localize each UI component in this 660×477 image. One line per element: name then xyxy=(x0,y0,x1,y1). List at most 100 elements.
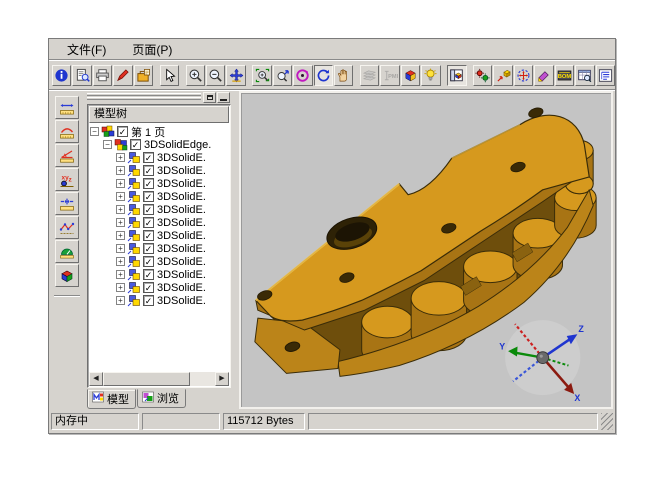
zoom-window-button[interactable] xyxy=(252,65,271,86)
rotate-view-button[interactable] xyxy=(314,65,333,86)
tree-row[interactable]: + ✓3DSolidE. xyxy=(88,216,230,229)
menu-item-file[interactable]: 文件(F) xyxy=(59,39,114,60)
visibility-checkbox[interactable]: ✓ xyxy=(143,282,154,293)
panel-grip[interactable] xyxy=(87,92,231,103)
zoom-dynamic-icon xyxy=(275,68,290,83)
tab-browse[interactable]: 浏览 xyxy=(137,389,186,408)
scroll-track[interactable] xyxy=(103,372,215,386)
scroll-left-button[interactable]: ◀ xyxy=(89,372,103,386)
tree-row[interactable]: +✓3DSolidE. xyxy=(88,294,230,307)
measure-coordinate-button[interactable]: xyz xyxy=(55,168,79,191)
eraser-button[interactable] xyxy=(534,65,553,86)
tab-browse-icon xyxy=(142,391,154,406)
tree-row[interactable]: +✓3DSolidE. xyxy=(88,190,230,203)
collapse-icon[interactable]: − xyxy=(103,140,112,149)
stamp-icon xyxy=(136,68,151,83)
explode-icon xyxy=(496,68,511,83)
3d-viewport[interactable]: Z X Y xyxy=(239,91,613,409)
status-field-2: 115712 Bytes xyxy=(223,413,305,430)
gauge-button[interactable] xyxy=(55,240,79,263)
expand-icon[interactable]: + xyxy=(116,296,125,305)
stamp-button[interactable] xyxy=(134,65,153,86)
expand-icon[interactable]: + xyxy=(116,231,125,240)
expand-icon[interactable]: + xyxy=(116,205,125,214)
light-button[interactable] xyxy=(421,65,440,86)
print-button[interactable] xyxy=(93,65,112,86)
expand-icon[interactable]: + xyxy=(116,218,125,227)
assembly-parts-button[interactable] xyxy=(473,65,492,86)
visibility-checkbox[interactable]: ✓ xyxy=(117,126,128,137)
visibility-checkbox[interactable]: ✓ xyxy=(143,165,154,176)
tree-horizontal-scrollbar[interactable]: ◀ ▶ xyxy=(89,372,229,386)
tab-model[interactable]: 模型 xyxy=(87,389,136,409)
expand-icon[interactable]: + xyxy=(116,270,125,279)
resize-grip[interactable] xyxy=(601,413,613,430)
tree-row[interactable]: +✓3DSolidE. xyxy=(88,281,230,294)
measure-distance-button[interactable] xyxy=(55,96,79,119)
menu-item-page[interactable]: 页面(P) xyxy=(124,39,180,60)
print-preview-button[interactable] xyxy=(72,65,91,86)
zoom-dynamic-button[interactable] xyxy=(273,65,292,86)
tree-row[interactable]: +✓3DSolidE. xyxy=(88,151,230,164)
visibility-checkbox[interactable]: ✓ xyxy=(143,217,154,228)
tree-row[interactable]: − ✓3DSolidEdge. xyxy=(88,138,230,151)
view-cube-button[interactable] xyxy=(401,65,420,86)
visibility-checkbox[interactable]: ✓ xyxy=(143,269,154,280)
orbit-button[interactable] xyxy=(293,65,312,86)
panel-hide-button[interactable] xyxy=(217,92,230,103)
tree-row[interactable]: +✓3DSolidE. xyxy=(88,229,230,242)
tree-node-label: 3DSolidEdge. xyxy=(144,139,211,151)
tree-row[interactable]: +✓3DSolidE. xyxy=(88,268,230,281)
visibility-checkbox[interactable]: ✓ xyxy=(130,139,141,150)
curve-plot-button[interactable] xyxy=(55,216,79,239)
hand-pan-button[interactable] xyxy=(334,65,353,86)
expand-icon[interactable]: + xyxy=(116,153,125,162)
scroll-thumb[interactable] xyxy=(103,372,190,386)
select-region-button[interactable] xyxy=(514,65,533,86)
collapse-icon[interactable]: − xyxy=(90,127,99,136)
table-find-button[interactable] xyxy=(575,65,594,86)
zoom-in-button[interactable] xyxy=(186,65,205,86)
measure-angle-button[interactable] xyxy=(55,144,79,167)
section-cube-button[interactable] xyxy=(55,264,79,287)
info-button[interactable] xyxy=(52,65,71,86)
visibility-checkbox[interactable]: ✓ xyxy=(143,243,154,254)
visibility-checkbox[interactable]: ✓ xyxy=(143,191,154,202)
pan-button[interactable] xyxy=(226,65,245,86)
measure-curve-button[interactable] xyxy=(55,120,79,143)
bom-icon: BOM xyxy=(557,68,572,83)
tree-row[interactable]: +✓3DSolidE. xyxy=(88,203,230,216)
select-cursor-button[interactable] xyxy=(160,65,179,86)
expand-icon[interactable]: + xyxy=(116,257,125,266)
visibility-checkbox[interactable]: ✓ xyxy=(143,178,154,189)
tree-view-button[interactable] xyxy=(596,65,615,86)
zoom-out-button[interactable] xyxy=(206,65,225,86)
tree-node-label: 3DSolidE. xyxy=(157,217,206,229)
tree-row[interactable]: +✓3DSolidE. xyxy=(88,255,230,268)
expand-icon[interactable]: + xyxy=(116,283,125,292)
visibility-checkbox[interactable]: ✓ xyxy=(143,230,154,241)
expand-icon[interactable]: + xyxy=(116,244,125,253)
tree-row[interactable]: +✓3DSolidE. xyxy=(88,164,230,177)
tree-row[interactable]: +✓3DSolidE. xyxy=(88,242,230,255)
measure-gap-button[interactable] xyxy=(55,192,79,215)
visibility-checkbox[interactable]: ✓ xyxy=(143,256,154,267)
triad-z-label: Z xyxy=(578,324,584,334)
panel-toggle-button[interactable] xyxy=(447,65,466,86)
toolbar-group-gap xyxy=(179,65,185,86)
expand-icon[interactable]: + xyxy=(116,166,125,175)
bom-button[interactable]: BOM xyxy=(555,65,574,86)
tree-row[interactable]: +✓3DSolidE. xyxy=(88,177,230,190)
status-field-1 xyxy=(142,413,220,430)
markup-pen-button[interactable] xyxy=(113,65,132,86)
explode-button[interactable] xyxy=(493,65,512,86)
toolbar-group-gap xyxy=(246,65,252,86)
scroll-right-button[interactable]: ▶ xyxy=(215,372,229,386)
expand-icon[interactable]: + xyxy=(116,179,125,188)
visibility-checkbox[interactable]: ✓ xyxy=(143,152,154,163)
visibility-checkbox[interactable]: ✓ xyxy=(143,295,154,306)
visibility-checkbox[interactable]: ✓ xyxy=(143,204,154,215)
tree-row[interactable]: −✓第 1 页 xyxy=(88,125,230,138)
expand-icon[interactable]: + xyxy=(116,192,125,201)
panel-float-button[interactable] xyxy=(203,92,216,103)
